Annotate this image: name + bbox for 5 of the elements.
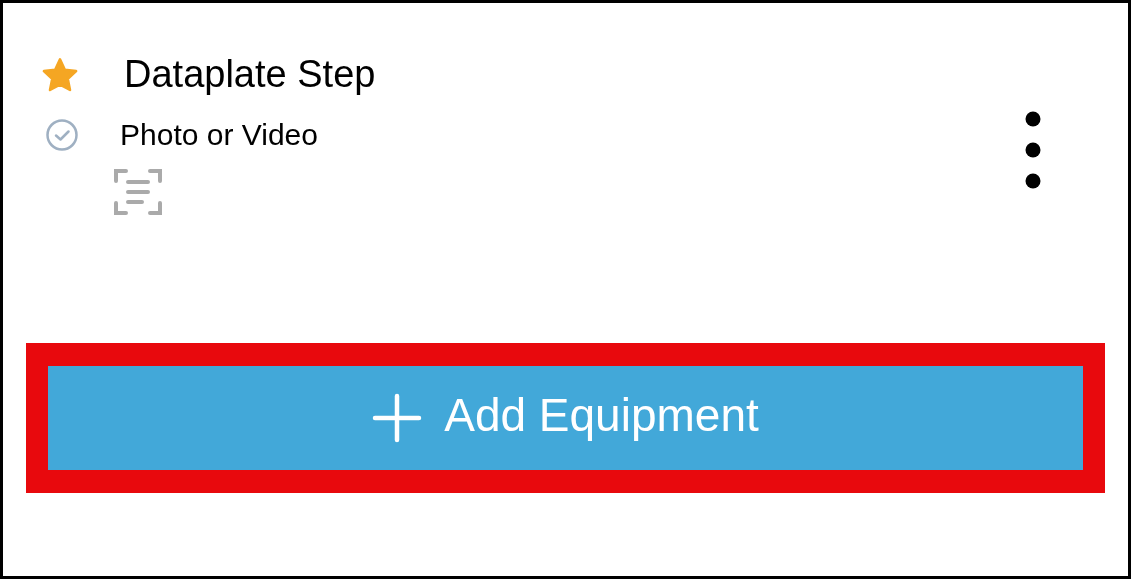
check-circle-icon — [45, 118, 79, 152]
step-title: Dataplate Step — [124, 53, 376, 96]
add-equipment-button[interactable]: Add Equipment — [48, 366, 1083, 470]
plus-icon — [372, 393, 423, 443]
field-label: Photo or Video — [120, 118, 318, 152]
